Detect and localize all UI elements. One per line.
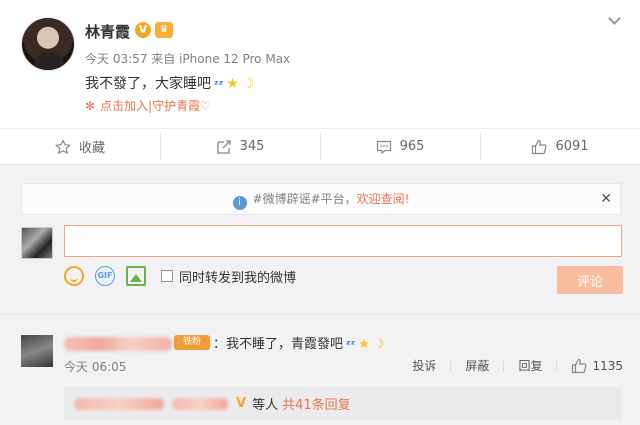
comment-body: ：我不睡了，青霞發吧: [213, 337, 344, 352]
author-avatar[interactable]: [21, 17, 75, 71]
notice-text[interactable]: #微博辟谣#平台，: [253, 192, 357, 206]
divider: [0, 314, 640, 315]
post-body: 我不發了，大家睡吧: [85, 76, 211, 92]
commenter-avatar[interactable]: [21, 335, 53, 367]
star-emoji-icon: ★: [226, 76, 239, 92]
moon-emoji-icon: ☽: [372, 337, 385, 352]
rumor-notice: i #微博辟谣#平台，欢迎查阅! ✕: [21, 183, 621, 215]
repost-icon: [216, 139, 231, 154]
replies-summary[interactable]: V 等人 共41条回复: [64, 387, 622, 420]
like-button[interactable]: 6091: [480, 129, 640, 164]
like-count: 6091: [555, 139, 589, 154]
gif-icon[interactable]: GIF: [95, 266, 115, 286]
notice-link[interactable]: 欢迎查阅!: [357, 192, 410, 206]
my-avatar[interactable]: [21, 227, 53, 259]
author-name[interactable]: 林青霞: [85, 21, 130, 42]
vip-crown-icon: ♛: [155, 22, 173, 38]
comment-icon: [376, 140, 391, 154]
support-text[interactable]: 点击加入|守护青霞♡: [100, 99, 211, 113]
favorite-label: 收藏: [78, 141, 105, 156]
weibo-post: 林青霞 V ♛ 今天 03:57 来自 iPhone 12 Pro Max 我不…: [0, 0, 640, 128]
reply-count-link[interactable]: 共41条回复: [282, 394, 351, 413]
forward-label: 同时转发到我的微博: [179, 270, 297, 286]
separator: [503, 359, 505, 372]
thumbs-up-icon: [532, 139, 547, 154]
comment-section: i #微博辟谣#平台，欢迎查阅! ✕ GIF 同时转发到我的微博 评论 铁粉 ：我…: [0, 164, 640, 425]
comment-count: 965: [399, 139, 425, 154]
moon-emoji-icon: ☽: [241, 76, 255, 92]
report-button[interactable]: 投诉: [412, 357, 436, 374]
reply-user-blurred[interactable]: [74, 397, 164, 410]
comment-time: 今天 06:05: [64, 360, 127, 374]
thumbs-up-icon: [572, 358, 587, 373]
comment-text: ：我不睡了，青霞發吧 ᶻᶻ ★ ☽: [213, 333, 385, 352]
comment-toolbar: GIF 同时转发到我的微博: [64, 265, 296, 287]
support-link[interactable]: ✻ 点击加入|守护青霞♡: [85, 97, 211, 114]
commenter-name-blurred[interactable]: [64, 337, 172, 351]
info-icon: i: [232, 196, 247, 210]
star-emoji-icon: ★: [358, 337, 370, 352]
comment-input[interactable]: [64, 225, 622, 257]
repost-button[interactable]: 345: [160, 129, 320, 164]
post-time[interactable]: 今天 03:57: [85, 52, 147, 66]
comment-like-button[interactable]: 1135: [571, 358, 623, 374]
separator: [450, 359, 452, 372]
post-meta: 今天 03:57 来自 iPhone 12 Pro Max: [85, 50, 290, 67]
comment-like-count: 1135: [592, 358, 623, 373]
verified-badge-icon: V: [135, 22, 151, 38]
separator: [556, 359, 558, 372]
reply-button[interactable]: 回复: [518, 357, 542, 374]
favorite-button[interactable]: 收藏: [0, 129, 160, 164]
post-device: iPhone 12 Pro Max: [179, 52, 291, 66]
forward-checkbox[interactable]: [161, 270, 173, 282]
star-outline-icon: [55, 138, 71, 154]
source-prefix: 来自: [151, 52, 176, 66]
sleep-emoji-icon: ᶻᶻ: [214, 78, 224, 91]
verified-badge-icon: V: [236, 396, 247, 411]
flower-icon: ✻: [85, 99, 96, 113]
image-icon[interactable]: [126, 266, 146, 286]
fan-badge: 铁粉: [174, 335, 210, 350]
chevron-down-icon[interactable]: [607, 13, 623, 25]
comment-button[interactable]: 965: [320, 129, 480, 164]
comment-actions: 投诉 屏蔽 回复 1135: [412, 357, 623, 374]
reply-user-blurred[interactable]: [172, 397, 228, 410]
sleep-emoji-icon: ᶻᶻ: [346, 338, 356, 351]
emoji-icon[interactable]: [64, 266, 84, 286]
post-text: 我不發了，大家睡吧 ᶻᶻ ★ ☽: [85, 73, 254, 93]
repost-count: 345: [239, 139, 265, 154]
submit-comment-button[interactable]: 评论: [557, 266, 623, 294]
block-button[interactable]: 屏蔽: [465, 357, 489, 374]
close-icon[interactable]: ✕: [600, 184, 612, 214]
reply-suffix: 等人: [252, 398, 279, 413]
action-bar: 收藏 345 965 6091: [0, 128, 640, 164]
